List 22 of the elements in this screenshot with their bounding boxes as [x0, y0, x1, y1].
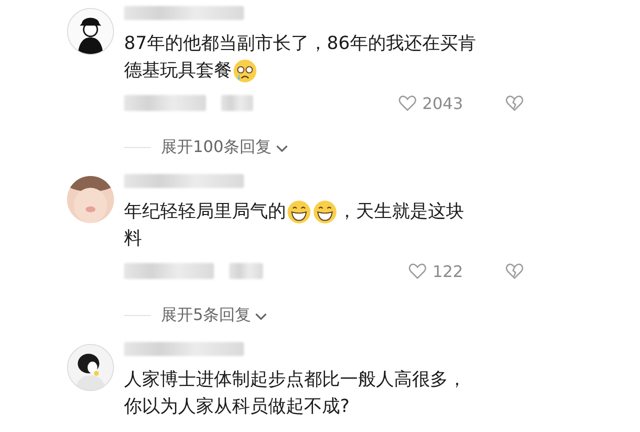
broken-heart-icon [505, 262, 524, 280]
heart-icon [408, 262, 428, 280]
expand-replies-button[interactable]: 展开100条回复 [161, 137, 289, 158]
blurred-text [228, 263, 264, 279]
comment-text: 德基玩具套餐 [124, 59, 232, 83]
heart-icon [398, 94, 418, 112]
like-button[interactable]: 122 [408, 262, 463, 280]
emoji-icon [313, 200, 337, 224]
expand-replies-button[interactable]: 展开5条回复 [161, 305, 268, 326]
comment-text: 料 [124, 227, 142, 251]
blurred-text [221, 95, 254, 111]
comment-text: 87年的他都当副市长了，86年的我还在买肯 [124, 32, 476, 56]
dislike-button[interactable] [505, 94, 524, 112]
dislike-button[interactable] [505, 262, 524, 280]
comment-text: 你以为人家从科员做起不成? [124, 395, 350, 419]
comment-text: 人家博士进体制起步点都比一般人高很多， [124, 368, 466, 392]
broken-heart-icon [505, 94, 524, 112]
emoji-icon [287, 200, 311, 224]
like-button[interactable]: 2043 [398, 94, 463, 112]
comment-text: ，天生就是这块 [338, 200, 464, 224]
emoji-icon [233, 58, 257, 82]
comment-text: 年纪轻轻局里局气的 [124, 200, 286, 224]
